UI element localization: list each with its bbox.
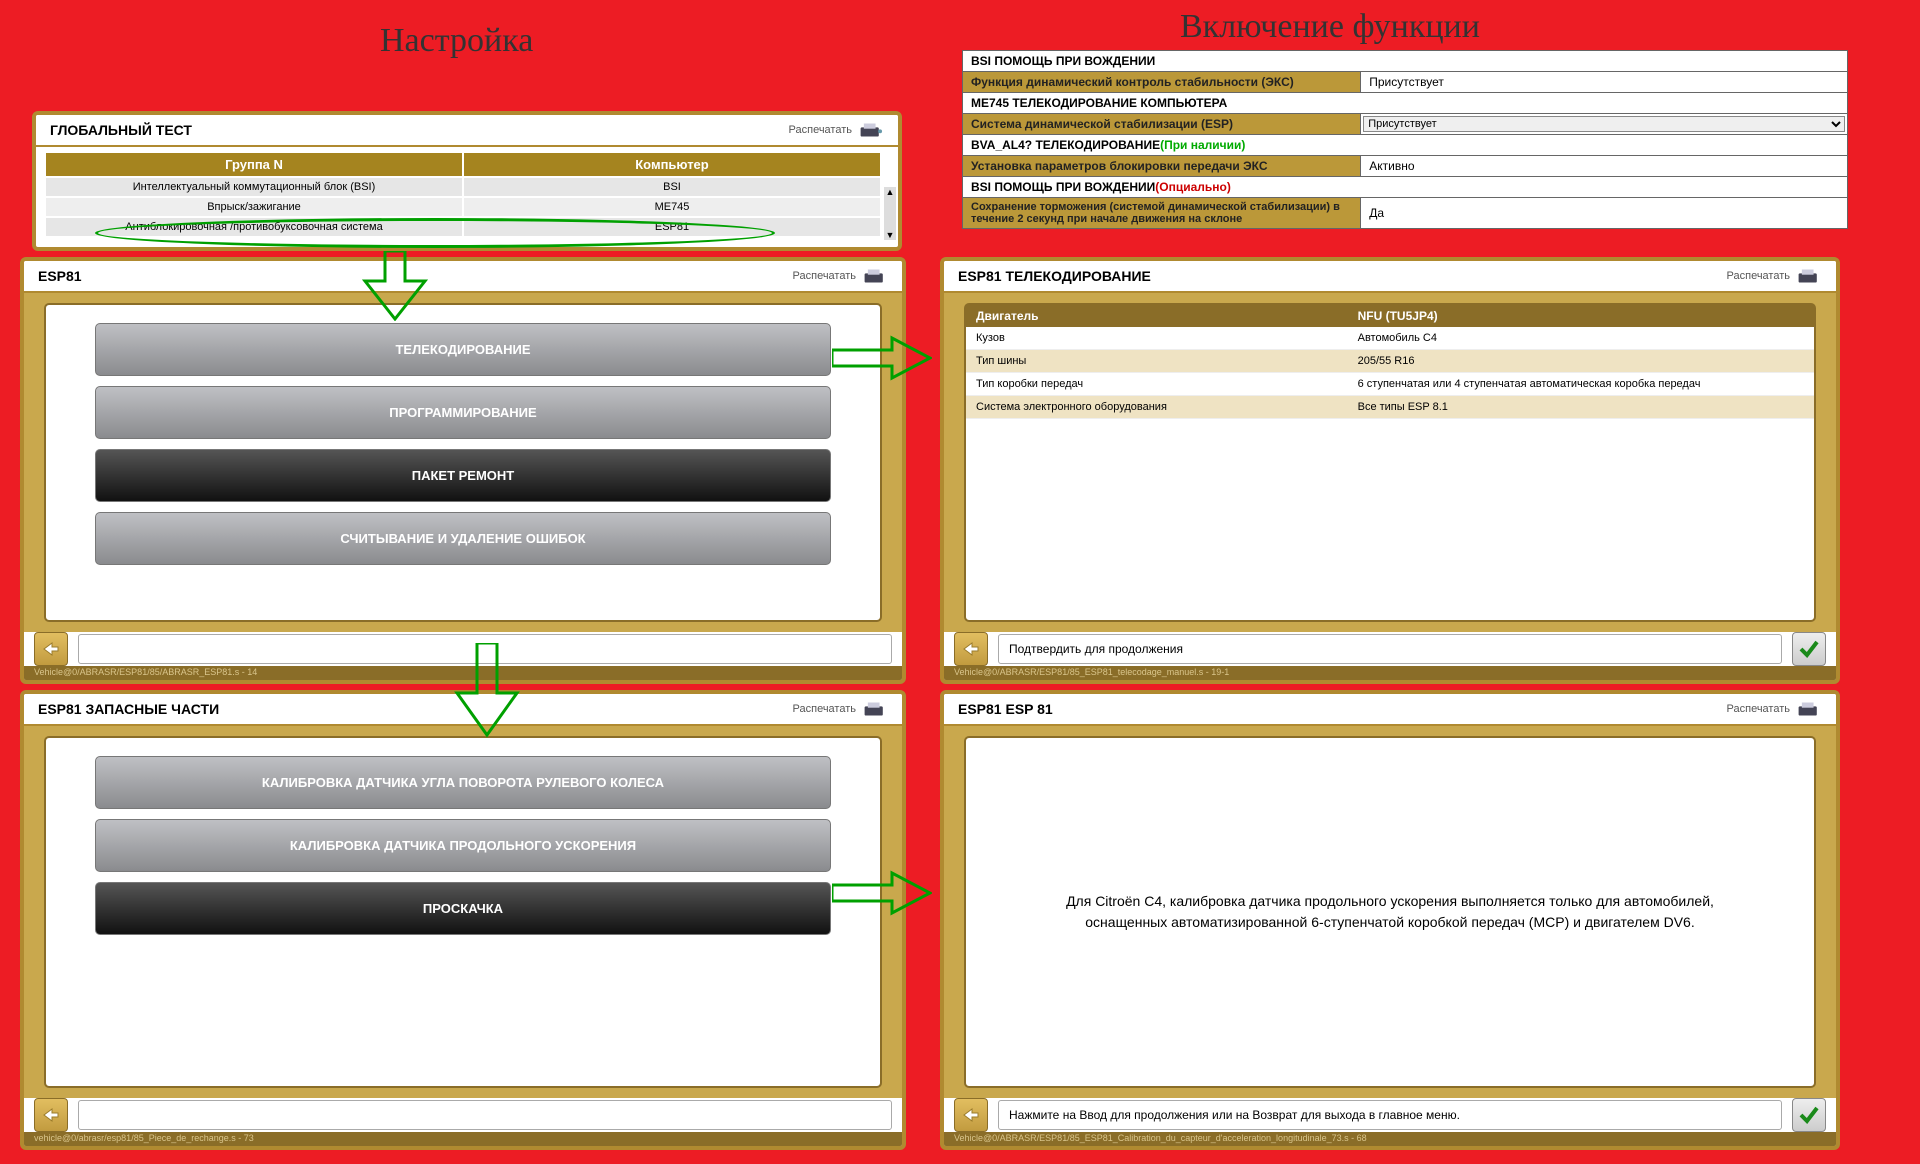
check-icon: [1799, 1106, 1819, 1124]
printer-icon: [862, 700, 888, 718]
cfg-label: Система динамической стабилизации (ESP): [963, 114, 1361, 135]
footer-path: vehicle@0/abrasr/esp81/85_Piece_de_recha…: [24, 1132, 902, 1146]
annotation-left-title: Настройка: [380, 22, 533, 60]
cfg-value: Да: [1361, 198, 1848, 229]
table-row[interactable]: Тип шины205/55 R16: [966, 350, 1814, 373]
cfg-label: Сохранение торможения (системой динамиче…: [963, 198, 1361, 229]
arrow-left-icon: [962, 641, 980, 657]
annotation-arrow-down-icon: [355, 251, 435, 321]
programming-button[interactable]: ПРОГРАММИРОВАНИЕ: [95, 386, 831, 439]
spare-title: ESP81 ЗАПАСНЫЕ ЧАСТИ: [38, 701, 219, 717]
col-group: Группа N: [46, 153, 462, 176]
read-clear-errors-button[interactable]: СЧИТЫВАНИЕ И УДАЛЕНИЕ ОШИБОК: [95, 512, 831, 565]
table-row[interactable]: Тип коробки передач6 ступенчатая или 4 с…: [966, 373, 1814, 396]
panel-esp81-info: ESP81 ESP 81 Распечатать Для Citroёn C4,…: [940, 690, 1840, 1150]
footer-path: Vehicle@0/ABRASR/ESP81/85_ESP81_Calibrat…: [944, 1132, 1836, 1146]
panel-telecoding: ESP81 ТЕЛЕКОДИРОВАНИЕ Распечатать Двигат…: [940, 257, 1840, 684]
printer-icon: [862, 267, 888, 285]
annotation-arrow-down-icon: [447, 643, 527, 738]
table-row[interactable]: Впрыск/зажиганиеME745: [46, 198, 880, 216]
print-button[interactable]: Распечатать: [789, 121, 884, 139]
check-icon: [1799, 640, 1819, 658]
cfg-header-bva: BVA_AL4? ТЕЛЕКОДИРОВАНИЕ(При наличии): [963, 135, 1848, 156]
printer-icon: [858, 121, 884, 139]
info-text: Для Citroёn C4, калибровка датчика продо…: [1026, 891, 1754, 933]
cfg-label: Функция динамический контроль стабильнос…: [963, 72, 1361, 93]
back-button[interactable]: [954, 632, 988, 666]
printer-icon: [1796, 700, 1822, 718]
table-row[interactable]: Интеллектуальный коммутационный блок (BS…: [46, 178, 880, 196]
calibrate-steering-angle-button[interactable]: КАЛИБРОВКА ДАТЧИКА УГЛА ПОВОРОТА РУЛЕВОГ…: [95, 756, 831, 809]
back-button[interactable]: [954, 1098, 988, 1132]
print-button[interactable]: Распечатать: [1727, 700, 1822, 718]
cfg-value: Присутствует: [1361, 72, 1848, 93]
status-input[interactable]: [78, 1100, 892, 1130]
annotation-arrow-right-icon: [832, 335, 932, 381]
esp81-info-title: ESP81 ESP 81: [958, 701, 1053, 717]
esp-select[interactable]: Присутствует: [1363, 116, 1845, 132]
config-block: BSI ПОМОЩЬ ПРИ ВОЖДЕНИИ Функция динамиче…: [962, 50, 1848, 229]
cfg-header-bsi2: BSI ПОМОЩЬ ПРИ ВОЖДЕНИИ(Опциально): [963, 177, 1848, 198]
global-test-title: ГЛОБАЛЬНЫЙ ТЕСТ: [50, 122, 192, 138]
repair-package-button[interactable]: ПАКЕТ РЕМОНТ: [95, 449, 831, 502]
cfg-header-bsi: BSI ПОМОЩЬ ПРИ ВОЖДЕНИИ: [963, 51, 1848, 72]
status-input[interactable]: [998, 1100, 1782, 1130]
scrollbar[interactable]: [884, 187, 896, 240]
annotation-arrow-right-icon: [832, 870, 932, 916]
back-button[interactable]: [34, 1098, 68, 1132]
print-button[interactable]: Распечатать: [793, 700, 888, 718]
printer-icon: [1796, 267, 1822, 285]
bleeding-button[interactable]: ПРОСКАЧКА: [95, 882, 831, 935]
table-row[interactable]: Система электронного оборудованияВсе тип…: [966, 396, 1814, 419]
panel-esp81-menu: ESP81 Распечатать ТЕЛЕКОДИРОВАНИЕ ПРОГРА…: [20, 257, 906, 684]
confirm-button[interactable]: [1792, 1098, 1826, 1132]
arrow-left-icon: [42, 641, 60, 657]
calibrate-longitudinal-button[interactable]: КАЛИБРОВКА ДАТЧИКА ПРОДОЛЬНОГО УСКОРЕНИЯ: [95, 819, 831, 872]
tele-title: ESP81 ТЕЛЕКОДИРОВАНИЕ: [958, 268, 1151, 284]
print-button[interactable]: Распечатать: [793, 267, 888, 285]
col-computer: Компьютер: [464, 153, 880, 176]
status-input[interactable]: [998, 634, 1782, 664]
cfg-label: Установка параметров блокировки передачи…: [963, 156, 1361, 177]
print-button[interactable]: Распечатать: [1727, 267, 1822, 285]
footer-path: Vehicle@0/ABRASR/ESP81/85_ESP81_telecoda…: [944, 666, 1836, 680]
back-button[interactable]: [34, 632, 68, 666]
esp81-title: ESP81: [38, 268, 82, 284]
arrow-left-icon: [42, 1107, 60, 1123]
annotation-ellipse: [95, 218, 775, 248]
confirm-button[interactable]: [1792, 632, 1826, 666]
cfg-value: Активно: [1361, 156, 1848, 177]
cfg-header-me745: ME745 ТЕЛЕКОДИРОВАНИЕ КОМПЬЮТЕРА: [963, 93, 1848, 114]
table-row[interactable]: КузовАвтомобиль C4: [966, 327, 1814, 350]
telecoding-button[interactable]: ТЕЛЕКОДИРОВАНИЕ: [95, 323, 831, 376]
annotation-right-title: Включение функции: [1180, 8, 1480, 46]
panel-spare-parts: ESP81 ЗАПАСНЫЕ ЧАСТИ Распечатать КАЛИБРО…: [20, 690, 906, 1150]
arrow-left-icon: [962, 1107, 980, 1123]
telecoding-params-table: ДвигательNFU (TU5JP4) КузовАвтомобиль C4…: [966, 305, 1814, 419]
